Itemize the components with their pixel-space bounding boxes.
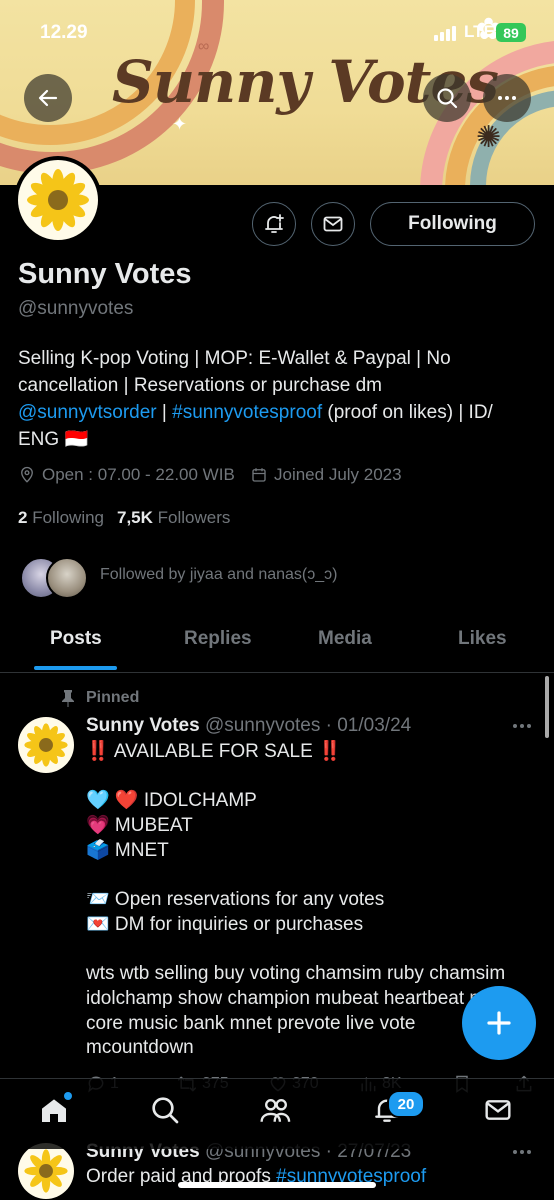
tab-replies[interactable]: Replies	[184, 628, 252, 650]
profile-location: Open : 07.00 - 22.00 WIB	[18, 465, 235, 485]
plus-icon	[487, 1011, 511, 1035]
more-horizontal-icon[interactable]	[510, 718, 534, 734]
scrollbar[interactable]	[545, 676, 549, 738]
location-text: Open : 07.00 - 22.00 WIB	[42, 465, 235, 484]
tweet-author-avatar[interactable]	[18, 1143, 74, 1199]
sparkle-icon: ∞	[198, 38, 210, 55]
profile-name: Sunny Votes	[18, 258, 192, 290]
tab-media[interactable]: Media	[318, 628, 372, 650]
nav-communities[interactable]	[256, 1090, 296, 1130]
followed-by-text[interactable]: Followed by jiyaa and nanas(ↄ_ↄ)	[100, 566, 337, 584]
compose-post-button[interactable]	[462, 986, 536, 1060]
divider	[0, 672, 554, 673]
profile-avatar[interactable]	[14, 156, 102, 244]
bio-mention-link[interactable]: @sunnyvtsorder	[18, 402, 157, 423]
profile-joined: Joined July 2023	[250, 465, 402, 485]
more-options-button[interactable]	[483, 74, 531, 122]
pin-icon	[62, 690, 74, 707]
followers-label: Followers	[157, 508, 231, 527]
bio-hashtag-link[interactable]: #sunnyvotesproof	[172, 402, 322, 423]
home-indicator[interactable]	[178, 1182, 376, 1188]
notifications-subscribe-button[interactable]	[252, 202, 296, 246]
sunflower-icon	[24, 723, 68, 767]
search-icon	[152, 1097, 179, 1124]
tweet-author-line[interactable]: Sunny Votes @sunnyvotes · 01/03/24	[86, 715, 411, 737]
bio-text: Selling K-pop Voting | MOP: E-Wallet & P…	[18, 348, 451, 396]
arrow-left-icon	[38, 89, 58, 107]
tweet-handle-date: @sunnyvotes · 01/03/24	[204, 715, 412, 736]
follower-avatar[interactable]	[46, 557, 88, 599]
nav-home[interactable]	[34, 1090, 74, 1130]
sunflower-avatar-image	[18, 160, 98, 240]
following-count: 2	[18, 508, 28, 527]
tweet-author-avatar[interactable]	[18, 717, 74, 773]
location-pin-icon	[21, 466, 33, 483]
profile-handle: @sunnyvotes	[18, 298, 134, 319]
following-button[interactable]: Following	[370, 202, 535, 246]
joined-text: Joined July 2023	[274, 465, 402, 484]
notifications-badge: 20	[387, 1090, 425, 1118]
sunflower-icon	[24, 1149, 68, 1193]
followers-count-link[interactable]: 7,5K Followers	[117, 508, 230, 528]
followers-count: 7,5K	[117, 508, 153, 527]
tweet-text: ‼️ AVAILABLE FOR SALE ‼️ 🩵 ❤️ IDOLCHAMP …	[86, 741, 519, 1059]
flower-icon: ✺	[476, 121, 502, 154]
people-icon	[260, 1099, 291, 1122]
tweet-author-name: Sunny Votes	[86, 715, 200, 736]
status-time: 12.29	[40, 22, 88, 43]
battery-level: 89	[503, 24, 519, 41]
back-button[interactable]	[24, 74, 72, 122]
tab-posts[interactable]: Posts	[50, 628, 102, 650]
tab-likes[interactable]: Likes	[458, 628, 507, 650]
profile-bio: Selling K-pop Voting | MOP: E-Wallet & P…	[18, 345, 523, 453]
envelope-icon	[323, 216, 343, 232]
following-count-link[interactable]: 2 Following	[18, 508, 104, 528]
following-label: Following	[32, 508, 105, 527]
calendar-icon	[252, 468, 266, 482]
bell-plus-icon	[265, 214, 284, 233]
battery-icon: 89	[496, 23, 526, 42]
nav-explore[interactable]	[145, 1090, 185, 1130]
active-tab-indicator	[34, 666, 117, 670]
search-icon	[437, 88, 458, 109]
bio-separator: |	[156, 402, 173, 423]
pinned-label: Pinned	[86, 689, 140, 706]
signal-icon	[434, 26, 456, 41]
search-button[interactable]	[423, 74, 471, 122]
sparkle-icon: ✦	[172, 114, 188, 134]
envelope-icon	[485, 1100, 511, 1120]
nav-messages[interactable]	[478, 1090, 518, 1130]
more-horizontal-icon	[498, 96, 516, 100]
network-label: LTE	[464, 22, 495, 41]
message-button[interactable]	[311, 202, 355, 246]
unread-dot	[64, 1092, 72, 1100]
sunflower-icon	[27, 169, 89, 231]
